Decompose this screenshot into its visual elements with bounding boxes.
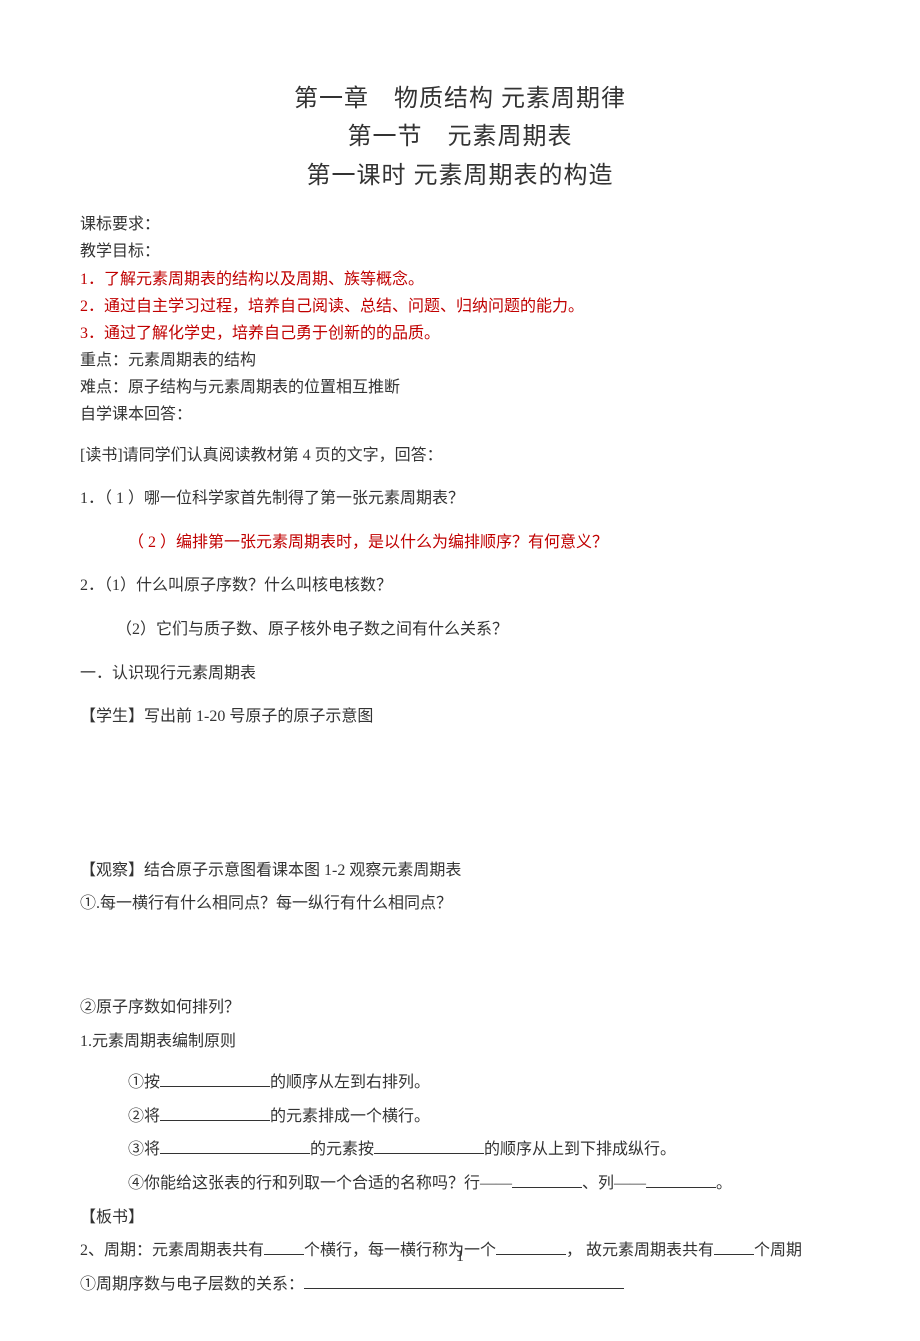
blank-input[interactable] [160, 1138, 310, 1154]
page-number: 1 [0, 1243, 920, 1272]
principle-4: ④你能给这张表的行和列取一个合适的名称吗？行—— 、列—— 。 [80, 1167, 840, 1201]
observe-task: 【观察】结合原子示意图看课本图 1-2 观察元素周期表 [80, 854, 840, 888]
title-block: 第一章 物质结构 元素周期律 第一节 元素周期表 第一课时 元素周期表的构造 [80, 80, 840, 195]
section1-heading: 一．认识现行元素周期表 [80, 657, 840, 691]
observe-q1: ①.每一横行有什么相同点？每一纵行有什么相同点？ [80, 887, 840, 921]
objectives-label: 教学目标： [80, 238, 840, 265]
blank-input[interactable] [646, 1172, 716, 1188]
p4-pre: ④你能给这张表的行和列取一个合适的名称吗？行—— [128, 1175, 512, 1192]
p1-pre: ①按 [128, 1074, 160, 1091]
blank-input[interactable] [160, 1105, 270, 1121]
key-point: 重点：元素周期表的结构 [80, 347, 840, 374]
p2-post: 的元素排成一个横行。 [270, 1108, 430, 1125]
principle-1: ①按 的顺序从左到右排列。 [80, 1066, 840, 1100]
blank-input[interactable] [374, 1138, 484, 1154]
student-task: 【学生】写出前 1-20 号原子的原子示意图 [80, 700, 840, 734]
lesson-title: 第一课时 元素周期表的构造 [80, 157, 840, 195]
blank-input[interactable] [160, 1071, 270, 1087]
chapter-title: 第一章 物质结构 元素周期律 [80, 80, 840, 118]
objective-3: 3．通过了解化学史，培养自己勇于创新的的品质。 [80, 320, 840, 347]
observe-q2: ②原子序数如何排列？ [80, 991, 840, 1025]
objective-1: 1．了解元素周期表的结构以及周期、族等概念。 [80, 266, 840, 293]
requirement-label: 课标要求： [80, 211, 840, 238]
relation-pre: ①周期序数与电子层数的关系： [80, 1276, 304, 1293]
self-study-label: 自学课本回答： [80, 401, 840, 428]
p2-pre: ②将 [128, 1108, 160, 1125]
p4-mid: 、列—— [582, 1175, 646, 1192]
p3-mid: 的元素按 [310, 1141, 374, 1158]
section-title: 第一节 元素周期表 [80, 118, 840, 156]
question-2b: （2）它们与质子数、原子核外电子数之间有什么关系？ [80, 613, 840, 647]
relation-line: ①周期序数与电子层数的关系： [80, 1268, 840, 1302]
question-1b: （ 2 ）编排第一张元素周期表时，是以什么为编排顺序？有何意义？ [80, 526, 840, 560]
reading-instruction: [读书]请同学们认真阅读教材第 4 页的文字，回答： [80, 439, 840, 473]
difficulty: 难点：原子结构与元素周期表的位置相互推断 [80, 374, 840, 401]
principle-2: ②将 的元素排成一个横行。 [80, 1100, 840, 1134]
question-1a: 1．（ 1 ）哪一位科学家首先制得了第一张元素周期表？ [80, 482, 840, 516]
p3-pre: ③将 [128, 1141, 160, 1158]
blank-input[interactable] [304, 1273, 624, 1289]
p4-post: 。 [716, 1175, 732, 1192]
p3-post: 的顺序从上到下排成纵行。 [484, 1141, 676, 1158]
p1-post: 的顺序从左到右排列。 [270, 1074, 430, 1091]
principle-3: ③将 的元素按 的顺序从上到下排成纵行。 [80, 1133, 840, 1167]
question-2a: 2．（1）什么叫原子序数？什么叫核电核数？ [80, 569, 840, 603]
board-label: 【板书】 [80, 1201, 840, 1235]
blank-input[interactable] [512, 1172, 582, 1188]
principle-heading: 1.元素周期表编制原则 [80, 1025, 840, 1059]
objective-2: 2．通过自主学习过程，培养自己阅读、总结、问题、归纳问题的能力。 [80, 293, 840, 320]
